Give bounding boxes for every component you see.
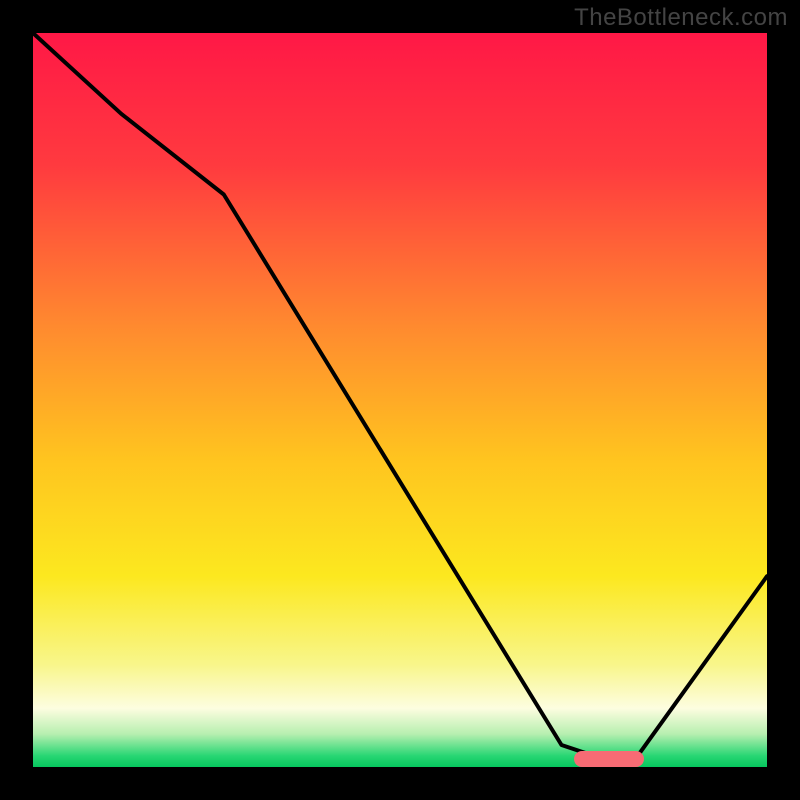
optimal-marker [574,751,644,767]
chart-frame: TheBottleneck.com [0,0,800,800]
plot-area [33,33,767,767]
watermark-text: TheBottleneck.com [574,4,788,32]
bottleneck-curve [33,33,767,767]
